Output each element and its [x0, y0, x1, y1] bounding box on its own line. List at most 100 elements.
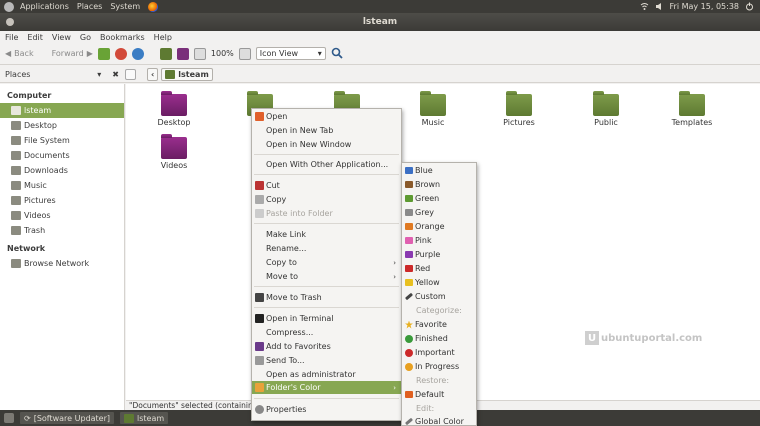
task-software-updater[interactable]: ⟳ [Software Updater]	[20, 412, 115, 424]
edit-global-color[interactable]: Global Color	[402, 415, 476, 426]
sidebar-item-videos[interactable]: Videos	[0, 208, 124, 223]
window-titlebar[interactable]: lsteam	[0, 13, 760, 31]
restore-default[interactable]: Default	[402, 388, 476, 401]
home-icon[interactable]	[159, 47, 172, 60]
menu-item-cut[interactable]: Cut	[252, 179, 401, 192]
sidebar-item-downloads[interactable]: Downloads	[0, 163, 124, 178]
window-close-icon[interactable]	[6, 18, 14, 26]
zoom-out-icon[interactable]	[193, 47, 206, 60]
sidebar-item-browse-network[interactable]: Browse Network	[0, 256, 124, 271]
volume-icon[interactable]	[655, 2, 664, 11]
menu-item-open-as-admin[interactable]: Open as administrator	[252, 368, 401, 381]
menu-item-open-new-window[interactable]: Open in New Window	[252, 138, 401, 151]
menu-item-move-to-trash[interactable]: Move to Trash	[252, 291, 401, 304]
network-icon[interactable]	[640, 2, 649, 11]
sidebar-item-desktop[interactable]: Desktop	[0, 118, 124, 133]
zoom-in-icon[interactable]	[238, 47, 251, 60]
sidebar-item-music[interactable]: Music	[0, 178, 124, 193]
computer-icon[interactable]	[176, 47, 189, 60]
menu-file[interactable]: File	[5, 33, 18, 42]
color-green[interactable]: Green	[402, 192, 476, 205]
folder-icon	[161, 134, 187, 159]
search-icon[interactable]	[331, 47, 343, 61]
menu-bookmarks[interactable]: Bookmarks	[100, 33, 145, 42]
forward-button[interactable]: Forward ▶	[52, 49, 93, 58]
reload-icon[interactable]	[131, 47, 144, 60]
menu-view[interactable]: View	[52, 33, 71, 42]
file-public[interactable]: Public	[576, 91, 636, 127]
menu-places[interactable]: Places	[77, 2, 102, 11]
color-brown[interactable]: Brown	[402, 178, 476, 191]
sidebar-item-trash[interactable]: Trash	[0, 223, 124, 238]
menu-item-add-to-favorites[interactable]: Add to Favorites	[252, 340, 401, 353]
menu-applications[interactable]: Applications	[20, 2, 69, 11]
sidebar-item-file-system[interactable]: File System	[0, 133, 124, 148]
menu-item-label: Open With Other Application...	[266, 160, 389, 169]
menu-item-label: Open in Terminal	[266, 314, 334, 323]
color-label: Blue	[415, 166, 433, 175]
color-blue[interactable]: Blue	[402, 164, 476, 177]
menu-item-move-to[interactable]: Move to ›	[252, 270, 401, 283]
menu-item-open-in-terminal[interactable]: Open in Terminal	[252, 312, 401, 325]
crumb-back-button[interactable]: ‹	[147, 67, 159, 81]
color-yellow[interactable]: Yellow	[402, 276, 476, 289]
menu-item-open-with[interactable]: Open With Other Application...	[252, 158, 401, 171]
emblem-in-progress[interactable]: In Progress	[402, 360, 476, 373]
menu-item-properties[interactable]: Properties	[252, 403, 401, 416]
color-pink[interactable]: Pink	[402, 234, 476, 247]
menu-item-open[interactable]: Open	[252, 110, 401, 123]
color-purple[interactable]: Purple	[402, 248, 476, 261]
folder-icon	[124, 413, 135, 423]
show-desktop-icon[interactable]	[4, 413, 14, 423]
color-orange[interactable]: Orange	[402, 220, 476, 233]
menu-item-send-to[interactable]: Send To...	[252, 354, 401, 367]
menu-item-paste-into-folder[interactable]: Paste into Folder	[252, 207, 401, 220]
task-lsteam[interactable]: lsteam	[120, 412, 169, 424]
grey-folder-icon	[405, 209, 413, 216]
sidebar-item-pictures[interactable]: Pictures	[0, 193, 124, 208]
menu-item-rename[interactable]: Rename...	[252, 242, 401, 255]
close-sidebar-icon[interactable]: ✖	[112, 70, 119, 79]
chevron-down-icon[interactable]: ▾	[97, 70, 101, 79]
stop-icon[interactable]	[114, 47, 127, 60]
color-grey[interactable]: Grey	[402, 206, 476, 219]
menu-item-copy-to[interactable]: Copy to ›	[252, 256, 401, 269]
menu-item-folders-color[interactable]: Folder's Color ›	[252, 381, 401, 394]
file-music[interactable]: Music	[403, 91, 463, 127]
file-desktop[interactable]: Desktop	[144, 91, 204, 127]
back-button[interactable]: ◀ Back	[5, 49, 34, 58]
file-label: Videos	[160, 161, 188, 170]
places-selector[interactable]: Places ▾ ✖	[0, 70, 125, 79]
folder-icon	[506, 91, 532, 116]
menu-go[interactable]: Go	[80, 33, 91, 42]
emblem-important[interactable]: Important	[402, 346, 476, 359]
up-arrow-icon[interactable]	[97, 47, 110, 60]
power-icon[interactable]	[745, 2, 754, 11]
edit-location-icon[interactable]	[125, 68, 136, 80]
menu-item-copy[interactable]: Copy	[252, 193, 401, 206]
emblem-label: Important	[415, 348, 455, 357]
sidebar-item-lsteam[interactable]: lsteam	[0, 103, 124, 118]
star-icon	[405, 320, 413, 329]
menu-item-compress[interactable]: Compress...	[252, 326, 401, 339]
gnome-foot-icon[interactable]	[4, 1, 14, 12]
file-templates[interactable]: Templates	[662, 91, 722, 127]
favorites-icon	[255, 342, 264, 351]
menu-edit[interactable]: Edit	[27, 33, 43, 42]
file-videos[interactable]: Videos	[144, 134, 204, 170]
firefox-icon[interactable]	[148, 1, 159, 12]
menu-help[interactable]: Help	[154, 33, 172, 42]
menu-item-make-link[interactable]: Make Link	[252, 228, 401, 241]
color-red[interactable]: Red	[402, 262, 476, 275]
file-pictures[interactable]: Pictures	[489, 91, 549, 127]
sidebar-item-label: Music	[24, 181, 47, 190]
color-custom[interactable]: Custom	[402, 290, 476, 303]
sidebar-item-documents[interactable]: Documents	[0, 148, 124, 163]
menu-item-open-new-tab[interactable]: Open in New Tab	[252, 124, 401, 137]
menu-system[interactable]: System	[110, 2, 140, 11]
emblem-finished[interactable]: Finished	[402, 332, 476, 345]
clock[interactable]: Fri May 15, 05:38	[670, 2, 739, 11]
emblem-favorite[interactable]: Favorite	[402, 318, 476, 331]
view-mode-select[interactable]: Icon View ▾	[255, 47, 326, 60]
crumb-lsteam[interactable]: lsteam	[161, 67, 213, 81]
